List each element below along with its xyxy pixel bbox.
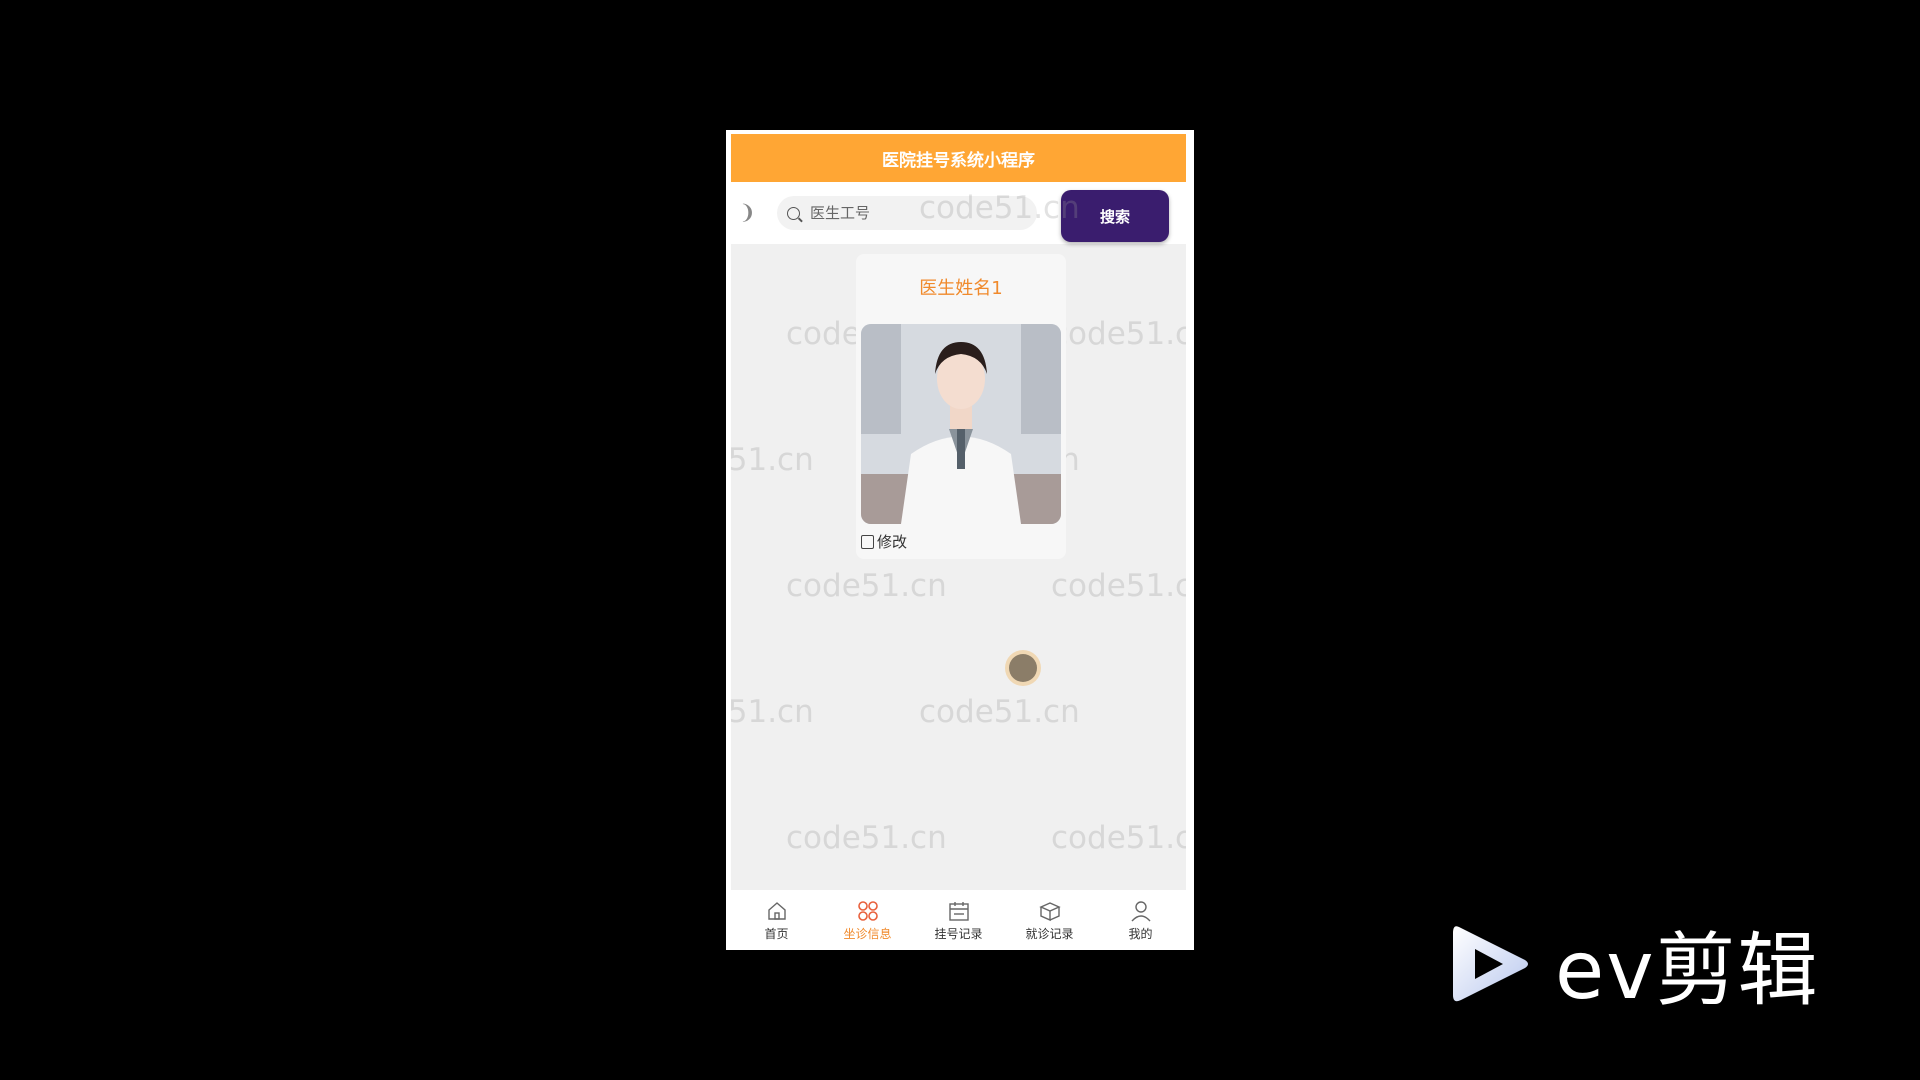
watermark: code51.cn bbox=[1051, 568, 1186, 604]
app-title: 医院挂号系统小程序 bbox=[882, 150, 1035, 171]
doctor-photo bbox=[861, 324, 1061, 524]
tab-home[interactable]: 首页 bbox=[731, 890, 822, 950]
home-icon bbox=[767, 901, 786, 920]
app-view: 医院挂号系统小程序 ❩ 搜索 code51.cn code51.cn code5… bbox=[731, 134, 1186, 950]
tab-visit-records[interactable]: 就诊记录 bbox=[1004, 890, 1095, 950]
watermark: code51.cn bbox=[919, 190, 1080, 226]
ev-logo-text: ev剪辑 bbox=[1555, 924, 1820, 1017]
tab-label: 首页 bbox=[764, 926, 789, 941]
watermark: code51.cn bbox=[731, 442, 814, 478]
watermark: code51.cn bbox=[731, 694, 814, 730]
tab-label: 挂号记录 bbox=[934, 926, 983, 941]
edit-button[interactable]: 修改 bbox=[861, 531, 907, 552]
calendar-icon bbox=[948, 901, 969, 921]
watermark: code51.cn bbox=[1051, 316, 1186, 352]
play-logo-icon bbox=[1453, 926, 1528, 1002]
edit-icon bbox=[861, 534, 874, 549]
watermark: code51.cn bbox=[786, 820, 947, 856]
tab-label: 坐诊信息 bbox=[843, 926, 892, 941]
tab-bar: 首页 坐诊信息 挂号记录 就诊记录 我的 bbox=[731, 890, 1186, 950]
phone-screen: 医院挂号系统小程序 ❩ 搜索 code51.cn code51.cn code5… bbox=[726, 130, 1194, 950]
tab-label: 就诊记录 bbox=[1025, 926, 1074, 941]
watermark: code51.cn bbox=[1051, 820, 1186, 856]
ev-logo: ev剪辑 bbox=[1453, 906, 1820, 1022]
watermark: code51.cn bbox=[786, 568, 947, 604]
app-title-bar: 医院挂号系统小程序 bbox=[731, 134, 1186, 182]
search-icon bbox=[787, 206, 800, 220]
doctor-name: 医生姓名1 bbox=[919, 278, 1003, 299]
grid-icon bbox=[857, 900, 878, 921]
back-icon[interactable]: ❩ bbox=[739, 200, 756, 224]
tab-consult-info[interactable]: 坐诊信息 bbox=[822, 890, 913, 950]
tab-label: 我的 bbox=[1128, 926, 1153, 941]
tab-registration-records[interactable]: 挂号记录 bbox=[913, 890, 1004, 950]
touch-indicator bbox=[1009, 654, 1037, 682]
box-icon bbox=[1038, 901, 1061, 921]
user-icon bbox=[1130, 900, 1151, 921]
edit-label: 修改 bbox=[877, 533, 908, 551]
watermark: code51.cn bbox=[919, 694, 1080, 730]
doctor-card[interactable]: 医生姓名1 修改 bbox=[856, 254, 1066, 559]
tab-mine[interactable]: 我的 bbox=[1095, 890, 1186, 950]
